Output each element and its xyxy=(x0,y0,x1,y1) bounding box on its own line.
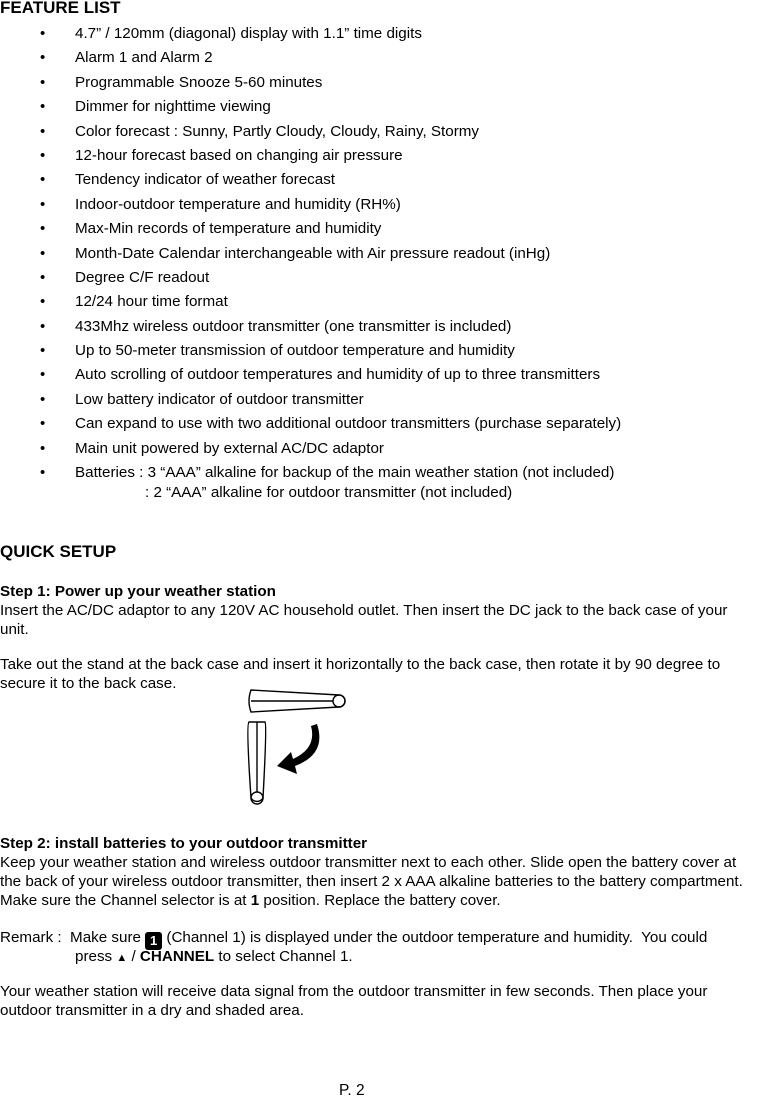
bullet-icon: • xyxy=(40,220,46,238)
feature-item: • Dimmer for nighttime viewing xyxy=(0,97,621,121)
remark-line: press ▲ / CHANNEL to select Channel 1. xyxy=(75,947,353,968)
feature-text: Batteries : 3 “AAA” alkaline for backup … xyxy=(75,464,615,482)
bullet-icon: • xyxy=(40,464,46,482)
feature-item: • Low battery indicator of outdoor transm… xyxy=(0,390,621,414)
feature-item: • 12/24 hour time format xyxy=(0,292,621,316)
bullet-icon: • xyxy=(40,195,46,213)
step1-text: Take out the stand at the back case and … xyxy=(0,656,721,673)
feature-text: Color forecast : Sunny, Partly Cloudy, C… xyxy=(75,122,480,140)
bullet-icon: • xyxy=(40,342,46,360)
feature-text: Dimmer for nighttime viewing xyxy=(75,98,271,116)
stand-vertical-icon xyxy=(247,721,267,805)
feature-item: • Indoor-outdoor temperature and humidity… xyxy=(0,195,621,219)
feature-item-batteries: • Batteries : 3 “AAA” alkaline for backup… xyxy=(0,463,621,503)
stand-rotation-illustration xyxy=(245,686,355,820)
bullet-icon: • xyxy=(40,49,46,67)
feature-text: Month-Date Calendar interchangeable with… xyxy=(75,244,551,262)
feature-text: Can expand to use with two additional ou… xyxy=(75,415,622,433)
feature-text: 433Mhz wireless outdoor transmitter (one… xyxy=(75,317,512,335)
feature-item: • Can expand to use with two additional o… xyxy=(0,414,621,438)
feature-text: Up to 50-meter transmission of outdoor t… xyxy=(75,342,515,360)
step1-text: secure it to the back case. xyxy=(0,675,177,692)
feature-text: Indoor-outdoor temperature and humidity … xyxy=(75,195,401,213)
bullet-icon: • xyxy=(40,439,46,457)
feature-text: Degree C/F readout xyxy=(75,268,210,286)
remark-text: / xyxy=(127,948,140,965)
feature-item: • Main unit powered by external AC/DC ada… xyxy=(0,439,621,463)
feature-text: 4.7” / 120mm (diagonal) display with 1.1… xyxy=(75,25,422,42)
feature-item: • 433Mhz wireless outdoor transmitter (on… xyxy=(0,317,621,341)
step1-heading: Step 1: Power up your weather station xyxy=(0,583,276,600)
feature-text: Auto scrolling of outdoor temperatures a… xyxy=(75,366,601,384)
feature-text: Programmable Snooze 5-60 minutes xyxy=(75,73,323,91)
feature-item: • Color forecast : Sunny, Partly Cloudy, … xyxy=(0,122,621,146)
feature-item: • 12-hour forecast based on changing air … xyxy=(0,146,621,170)
channel-button-label: CHANNEL xyxy=(139,948,215,965)
feature-item: • Alarm 1 and Alarm 2 xyxy=(0,48,621,72)
bullet-icon: • xyxy=(40,293,46,311)
step2-heading: Step 2: install batteries to your outdoo… xyxy=(0,835,368,852)
feature-item: • 4.7” / 120mm (diagonal) display with 1.… xyxy=(0,24,621,48)
feature-text: Alarm 1 and Alarm 2 xyxy=(75,49,213,67)
bullet-icon: • xyxy=(40,244,46,262)
final-text: Your weather station will receive data s… xyxy=(0,983,708,1000)
bullet-icon: • xyxy=(40,390,46,408)
bullet-icon: • xyxy=(40,171,46,189)
final-text: outdoor transmitter in a dry and shaded … xyxy=(0,1002,304,1019)
feature-text: Tendency indicator of weather forecast xyxy=(75,171,336,189)
feature-list: • 4.7” / 120mm (diagonal) display with 1.… xyxy=(0,24,621,503)
step2-text-part: position. Replace the battery cover. xyxy=(259,892,501,909)
remark-text: to select Channel 1. xyxy=(214,948,353,965)
feature-item: • Up to 50-meter transmission of outdoor … xyxy=(0,341,621,365)
bullet-icon: • xyxy=(40,317,46,335)
feature-item: • Max-Min records of temperature and humi… xyxy=(0,219,621,243)
bullet-icon: • xyxy=(40,98,46,116)
remark-text: (Channel 1) is displayed under the outdo… xyxy=(162,929,708,946)
step2-text: the back of your wireless outdoor transm… xyxy=(0,873,743,890)
feature-text: Low battery indicator of outdoor transmi… xyxy=(75,390,364,408)
bullet-icon: • xyxy=(40,122,46,140)
feature-item: • Month-Date Calendar interchangeable wit… xyxy=(0,244,621,268)
feature-list-title: FEATURE LIST xyxy=(0,0,121,17)
step2-text: Make sure the Channel selector is at 1 p… xyxy=(0,891,501,910)
feature-text: Max-Min records of temperature and humid… xyxy=(75,220,382,238)
step1-text: unit. xyxy=(0,621,29,638)
feature-text: 12-hour forecast based on changing air p… xyxy=(75,146,403,164)
stand-horizontal-icon xyxy=(248,689,346,713)
feature-item: • Tendency indicator of weather forecast xyxy=(0,170,621,194)
bullet-icon: • xyxy=(40,146,46,164)
feature-item: • Auto scrolling of outdoor temperatures … xyxy=(0,365,621,389)
feature-text: Main unit powered by external AC/DC adap… xyxy=(75,439,384,457)
bullet-icon: • xyxy=(40,366,46,384)
step2-text-part: Make sure the Channel selector is at xyxy=(0,892,251,909)
bullet-icon: • xyxy=(40,73,46,91)
remark-label: Remark : Make sure xyxy=(0,929,146,946)
feature-item: • Degree C/F readout xyxy=(0,268,621,292)
channel-position: 1 xyxy=(250,892,260,909)
quick-setup-title: QUICK SETUP xyxy=(0,542,117,561)
bullet-icon: • xyxy=(40,25,46,42)
feature-text: 12/24 hour time format xyxy=(75,293,228,311)
bullet-icon: • xyxy=(40,268,46,286)
bullet-icon: • xyxy=(40,415,46,433)
page-number: P. 2 xyxy=(339,1082,365,1099)
feature-item: • Programmable Snooze 5-60 minutes xyxy=(0,73,621,97)
up-arrow-icon: ▲ xyxy=(116,952,128,964)
remark-text: press xyxy=(75,948,117,965)
rotate-arrow-icon xyxy=(277,724,320,774)
step2-text: Keep your weather station and wireless o… xyxy=(0,854,737,871)
step1-text: Insert the AC/DC adaptor to any 120V AC … xyxy=(0,602,728,619)
feature-text-continued: : 2 “AAA” alkaline for outdoor transmitt… xyxy=(145,484,513,502)
